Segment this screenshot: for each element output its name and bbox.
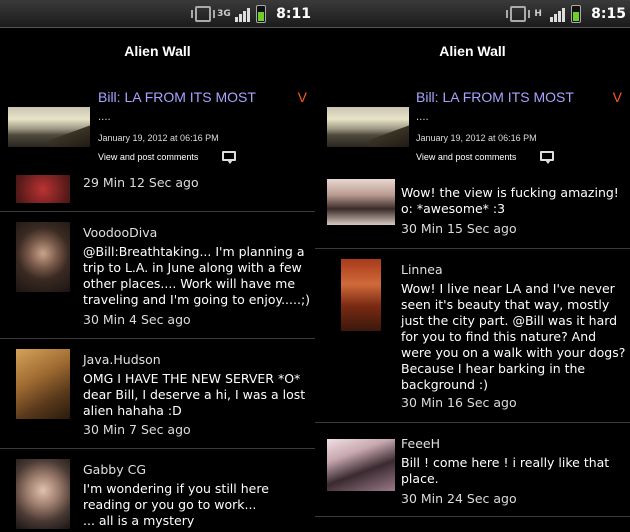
featured-date: January 19, 2012 at 06:16 PM [98, 133, 219, 143]
signal-icon [550, 6, 566, 22]
featured-badge[interactable]: V [613, 89, 622, 105]
featured-post[interactable]: Bill: LA FROM ITS MOST V .... January 19… [315, 80, 630, 175]
featured-post[interactable]: Bill: LA FROM ITS MOST V .... January 19… [0, 80, 315, 175]
comment-author: FeeeH [401, 436, 440, 451]
avatar [16, 349, 70, 419]
comment-author: Java.Hudson [83, 352, 161, 367]
comment-time: 30 Min 24 Sec ago [401, 491, 517, 506]
view-comments-link[interactable]: View and post comments [98, 152, 198, 162]
clock: 8:11 [276, 6, 311, 22]
list-item[interactable]: FeeeH Bill ! come here ! i really like t… [315, 423, 630, 517]
vibrate-icon [191, 6, 216, 22]
comment-time: 30 Min 16 Sec ago [401, 395, 517, 410]
signal-icon [235, 6, 251, 22]
avatar [16, 175, 70, 203]
comment-time: 29 Min 12 Sec ago [83, 175, 199, 190]
list-item[interactable]: Linnea Wow! I live near LA and I've neve… [315, 249, 630, 423]
network-type-icon: 3G [217, 8, 231, 19]
comment-author: Gabby CG [83, 462, 147, 477]
screen-title: Alien Wall [439, 43, 506, 59]
comment-time: 30 Min 7 Sec ago [83, 422, 191, 437]
list-item[interactable]: Java.Hudson OMG I HAVE THE NEW SERVER *O… [0, 339, 315, 449]
comment-author: VoodooDiva [83, 225, 158, 240]
featured-title[interactable]: Bill: LA FROM ITS MOST [98, 89, 256, 105]
left-screen: 3G 8:11 Alien Wall Bill: LA FROM ITS MOS… [0, 0, 315, 532]
list-item[interactable]: VoodooDiva @Bill:Breathtaking... I'm pla… [0, 212, 315, 339]
featured-excerpt: .... [416, 112, 429, 123]
screen-title: Alien Wall [124, 43, 191, 59]
vibrate-icon [506, 6, 531, 22]
avatar [16, 222, 70, 292]
clock: 8:15 [591, 6, 626, 22]
view-comments-link[interactable]: View and post comments [416, 152, 516, 162]
featured-title[interactable]: Bill: LA FROM ITS MOST [416, 89, 574, 105]
featured-date: January 19, 2012 at 06:16 PM [416, 133, 537, 143]
status-bar: 3G 8:11 [0, 0, 315, 28]
featured-excerpt: .... [98, 112, 111, 123]
comment-message: Bill ! come here ! i really like that pl… [401, 455, 610, 486]
right-screen: H 8:15 Alien Wall Bill: LA FROM ITS MOST… [315, 0, 630, 532]
comment-message: I'm wondering if you still here reading … [83, 481, 269, 528]
featured-thumbnail[interactable] [327, 107, 409, 147]
status-bar: H 8:15 [315, 0, 630, 28]
avatar [327, 439, 395, 491]
list-item[interactable]: Gabby CG I'm wondering if you still here… [0, 449, 315, 532]
comment-icon[interactable] [540, 151, 554, 164]
avatar [16, 459, 70, 529]
network-type-icon: H [534, 8, 542, 19]
comment-time: 30 Min 15 Sec ago [401, 221, 517, 236]
list-item[interactable]: Wow! the view is fucking amazing! o: *aw… [315, 175, 630, 249]
comment-time: 30 Min 4 Sec ago [83, 312, 191, 327]
battery-icon [256, 5, 267, 23]
list-item[interactable]: 29 Min 12 Sec ago [0, 175, 315, 212]
comment-list[interactable]: Wow! the view is fucking amazing! o: *aw… [315, 175, 630, 532]
comment-icon[interactable] [222, 151, 236, 164]
comment-message: Wow! the view is fucking amazing! o: *aw… [401, 185, 619, 216]
comment-message: @Bill:Breathtaking... I'm planning a tri… [83, 244, 311, 307]
battery-icon [571, 5, 582, 23]
avatar [327, 179, 395, 225]
comment-author: Linnea [401, 262, 443, 277]
featured-thumbnail[interactable] [8, 107, 90, 147]
avatar [341, 259, 381, 331]
comment-message: OMG I HAVE THE NEW SERVER *O* dear Bill,… [83, 371, 306, 418]
comment-message: Wow! I live near LA and I've never seen … [401, 281, 626, 392]
featured-badge[interactable]: V [298, 89, 307, 105]
comment-list[interactable]: 29 Min 12 Sec ago VoodooDiva @Bill:Breat… [0, 175, 315, 532]
